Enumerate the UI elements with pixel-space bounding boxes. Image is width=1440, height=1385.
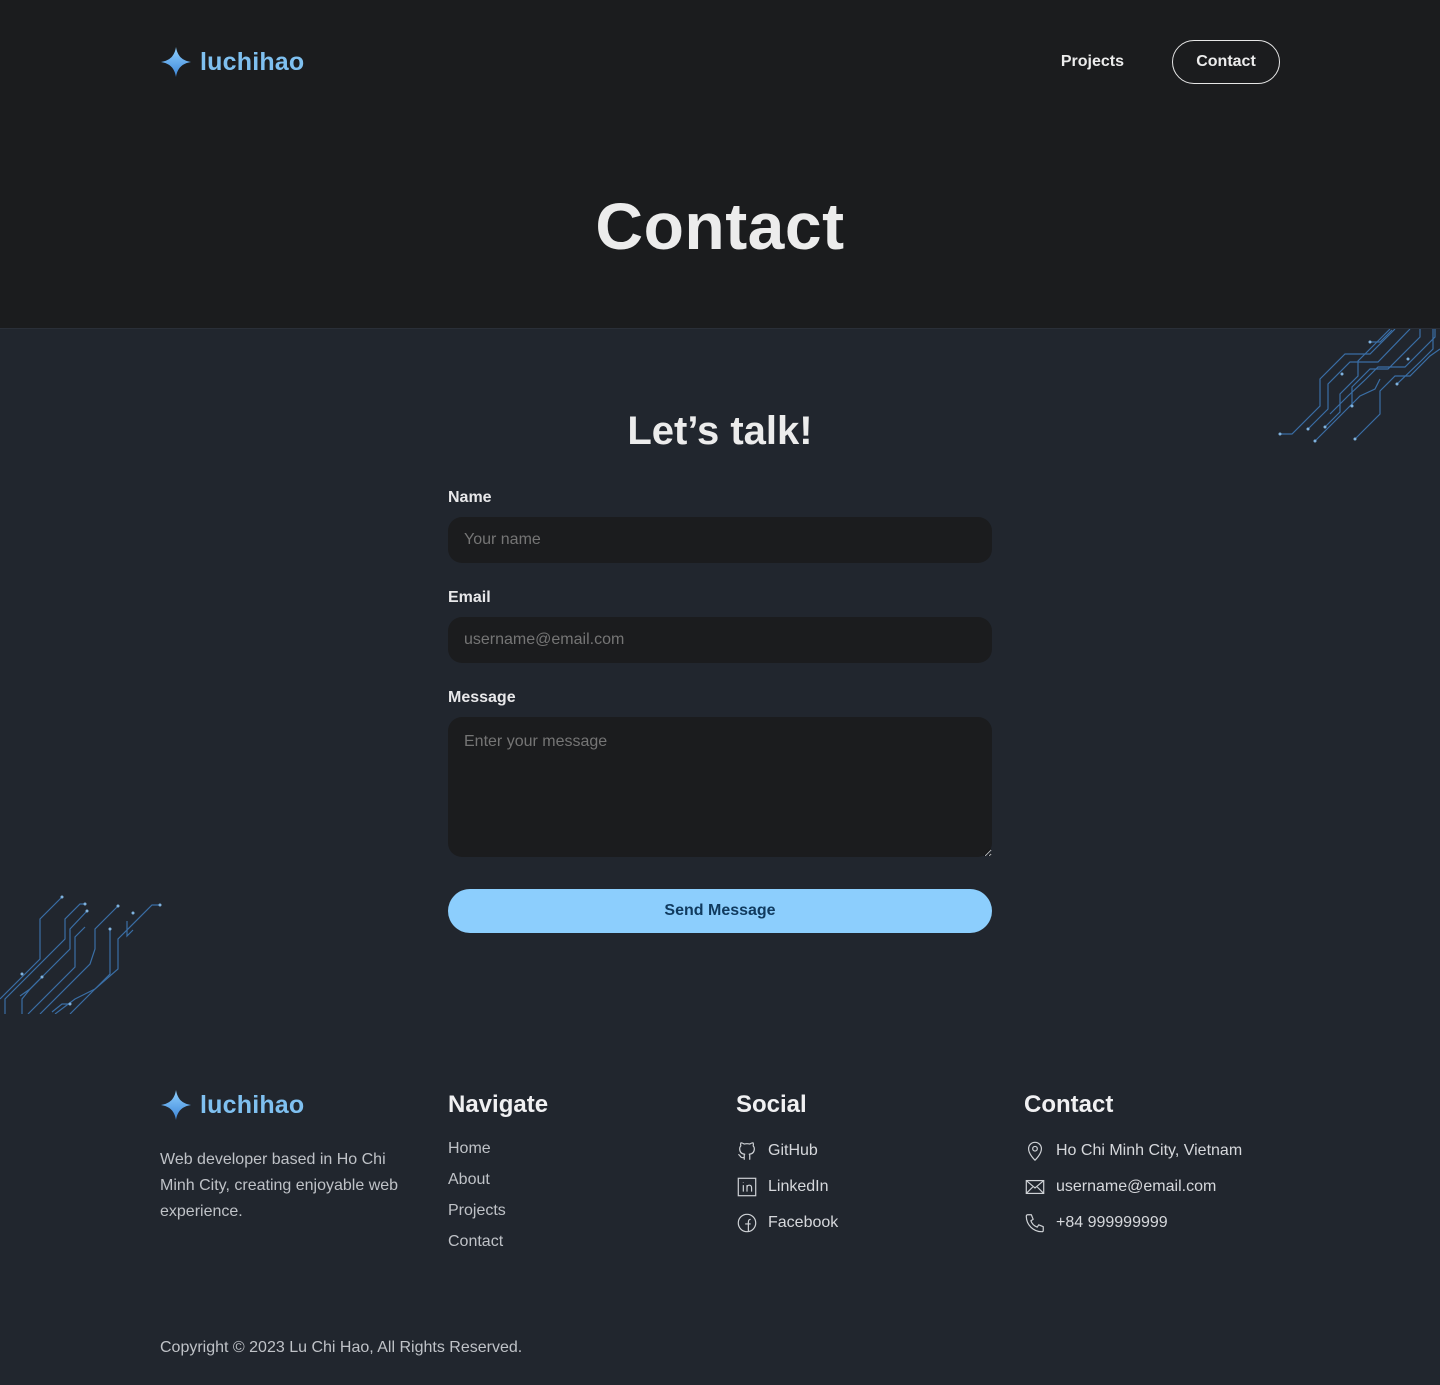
contact-location: Ho Chi Minh City, Vietnam xyxy=(1024,1133,1242,1169)
nav-links: Projects Contact xyxy=(1061,40,1280,84)
nav-contact-button[interactable]: Contact xyxy=(1172,40,1280,84)
sparkle-star-icon xyxy=(161,47,191,77)
footer: luchihao Web developer based in Ho Chi M… xyxy=(0,1029,1440,1385)
sparkle-star-icon xyxy=(161,1090,191,1120)
social-label-linkedin: LinkedIn xyxy=(768,1178,829,1195)
navigate-heading: Navigate xyxy=(448,1091,549,1118)
social-link-github[interactable]: GitHub xyxy=(736,1133,838,1169)
footer-link-projects[interactable]: Projects xyxy=(448,1195,548,1226)
contact-email-text: username@email.com xyxy=(1056,1178,1217,1195)
location-pin-icon xyxy=(1024,1140,1046,1162)
nav-link-projects[interactable]: Projects xyxy=(1061,53,1124,71)
footer-brand-column: luchihao Web developer based in Ho Chi M… xyxy=(160,1089,420,1225)
contact-location-text: Ho Chi Minh City, Vietnam xyxy=(1056,1142,1243,1159)
mail-icon xyxy=(1024,1176,1046,1198)
footer-description: Web developer based in Ho Chi Minh City,… xyxy=(160,1151,399,1220)
hero-header: luchihao Projects Contact Contact xyxy=(0,0,1440,329)
email-label: Email xyxy=(448,589,491,606)
contact-form: Name Email Message Send Message xyxy=(448,489,992,933)
github-icon xyxy=(736,1140,758,1162)
social-label-github: GitHub xyxy=(768,1142,818,1159)
footer-social-column: Social GitHub LinkedIn Facebook xyxy=(736,1089,838,1241)
contact-phone[interactable]: +84 999999999 xyxy=(1024,1205,1242,1241)
contact-heading: Contact xyxy=(1024,1091,1114,1118)
footer-nav-list: Home About Projects Contact xyxy=(448,1133,548,1257)
facebook-icon xyxy=(736,1212,758,1234)
social-link-facebook[interactable]: Facebook xyxy=(736,1205,838,1241)
message-textarea[interactable] xyxy=(448,717,992,857)
contact-phone-text: +84 999999999 xyxy=(1056,1214,1168,1231)
send-message-button[interactable]: Send Message xyxy=(448,889,992,933)
name-label: Name xyxy=(448,489,492,506)
copyright: Copyright © 2023 Lu Chi Hao, All Rights … xyxy=(160,1339,523,1356)
social-heading: Social xyxy=(736,1091,807,1118)
footer-link-contact[interactable]: Contact xyxy=(448,1226,548,1257)
footer-logo-text: luchihao xyxy=(200,1090,305,1119)
footer-link-home[interactable]: Home xyxy=(448,1133,548,1164)
page-title: Contact xyxy=(595,189,845,263)
footer-link-about[interactable]: About xyxy=(448,1164,548,1195)
top-nav: luchihao Projects Contact xyxy=(160,40,1280,84)
name-input[interactable] xyxy=(448,517,992,563)
footer-contact-column: Contact Ho Chi Minh City, Vietnam userna… xyxy=(1024,1089,1242,1241)
logo[interactable]: luchihao xyxy=(160,46,304,78)
phone-icon xyxy=(1024,1212,1046,1234)
social-link-linkedin[interactable]: LinkedIn xyxy=(736,1169,838,1205)
email-input[interactable] xyxy=(448,617,992,663)
logo-text: luchihao xyxy=(200,47,305,76)
form-heading: Let’s talk! xyxy=(627,409,813,453)
contact-section: Let’s talk! Name Email Message Send Mess… xyxy=(0,329,1440,1029)
contact-email[interactable]: username@email.com xyxy=(1024,1169,1242,1205)
circuit-decoration-icon xyxy=(0,895,162,1014)
message-label: Message xyxy=(448,689,516,706)
footer-navigate-column: Navigate Home About Projects Contact xyxy=(448,1089,548,1257)
linkedin-icon xyxy=(736,1176,758,1198)
social-label-facebook: Facebook xyxy=(768,1214,839,1231)
footer-logo[interactable]: luchihao xyxy=(160,1089,420,1121)
